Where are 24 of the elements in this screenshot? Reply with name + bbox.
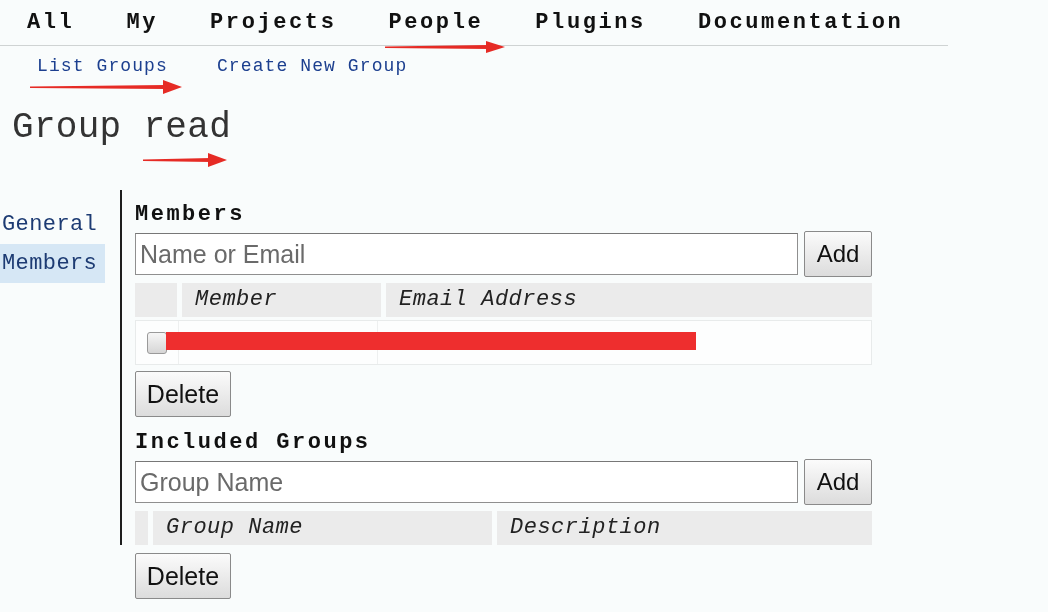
row-checkbox[interactable] — [147, 331, 167, 354]
section-heading: Included Groups — [135, 430, 371, 456]
add-button[interactable]: Add — [804, 459, 872, 505]
nav-link[interactable]: Documentation — [697, 10, 904, 35]
sub-nav-link[interactable]: List Groups — [37, 55, 168, 77]
nav-link[interactable]: Projects — [210, 10, 337, 35]
sidebar-item[interactable]: Members — [0, 244, 105, 283]
column-header: Email Address — [386, 283, 872, 317]
nav-link[interactable]: My — [126, 10, 159, 35]
column-header: Description — [497, 511, 872, 545]
nav-link[interactable]: All — [27, 10, 75, 35]
input-field[interactable]: Group Name — [135, 461, 799, 503]
column-header: Member — [182, 283, 381, 317]
sub-nav-link[interactable]: Create New Group — [216, 55, 408, 77]
sidebar-item[interactable]: General — [0, 205, 105, 244]
nav-link[interactable]: People — [388, 10, 484, 35]
add-button[interactable]: Add — [804, 231, 872, 277]
input-field[interactable]: Name or Email — [135, 233, 799, 275]
nav-link[interactable]: Plugins — [535, 10, 646, 35]
page-title: Group read — [12, 107, 232, 149]
delete-button[interactable]: Delete — [135, 371, 231, 417]
section-heading: Members — [135, 202, 245, 228]
delete-button[interactable]: Delete — [135, 553, 231, 599]
column-header: Group Name — [153, 511, 492, 545]
